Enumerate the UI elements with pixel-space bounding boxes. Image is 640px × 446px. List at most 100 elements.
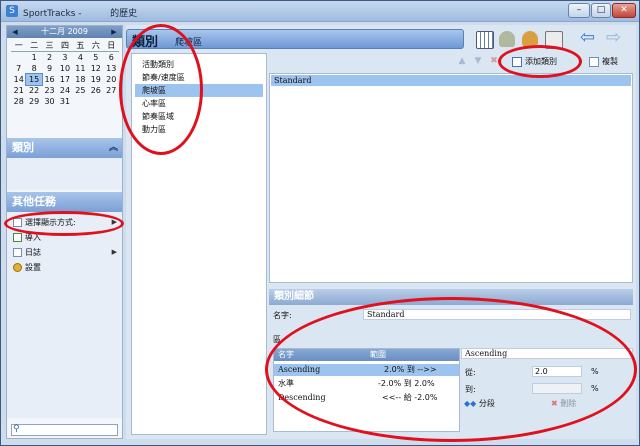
delete-x-icon[interactable]: ✖ bbox=[489, 56, 499, 66]
to-input[interactable] bbox=[532, 383, 582, 394]
categories-section-header[interactable]: 類別 ︽ bbox=[7, 138, 122, 158]
forward-arrow-icon[interactable]: ⇨ bbox=[606, 29, 622, 47]
category-item[interactable]: 節奏/速度區 bbox=[135, 71, 263, 84]
calendar-day[interactable]: 19 bbox=[88, 74, 103, 85]
calendar-day[interactable]: 10 bbox=[57, 63, 72, 74]
delete-zone-button[interactable]: ✖ 刪除 bbox=[551, 398, 576, 409]
calendar-day[interactable]: 6 bbox=[104, 52, 119, 64]
weekday-label: 五 bbox=[72, 40, 89, 52]
calendar-day[interactable]: 20 bbox=[104, 74, 119, 85]
journal-icon bbox=[13, 248, 22, 257]
calendar-day[interactable]: 16 bbox=[42, 74, 57, 85]
move-down-icon[interactable]: ▼ bbox=[473, 56, 483, 66]
column-header-range[interactable]: 範圍 bbox=[370, 349, 386, 361]
title-bar[interactable]: S SportTracks - 的歷史 – □ ✕ bbox=[1, 1, 639, 22]
name-field[interactable]: Standard bbox=[363, 309, 631, 320]
document-icon[interactable] bbox=[545, 31, 563, 49]
category-item[interactable]: 動力區 bbox=[135, 123, 263, 136]
split-button[interactable]: ◆◆ 分段 bbox=[464, 398, 495, 409]
category-item[interactable]: 活動類別 bbox=[135, 58, 263, 71]
category-item[interactable]: 節奏區域 bbox=[135, 110, 263, 123]
calendar-day[interactable]: 26 bbox=[88, 85, 103, 96]
breadcrumb-sub[interactable]: 爬坡區 bbox=[175, 35, 202, 48]
calendar-day[interactable]: 24 bbox=[57, 85, 72, 96]
zone-name-field[interactable]: Ascending bbox=[461, 348, 633, 359]
zone-row-selected[interactable]: Ascending 2.0% 到 -->> bbox=[274, 364, 459, 376]
search-input[interactable] bbox=[11, 424, 118, 436]
triangle-right-icon[interactable]: ▶ bbox=[108, 26, 120, 38]
delete-label: 刪除 bbox=[560, 399, 577, 408]
calendar-day[interactable]: 9 bbox=[42, 63, 57, 74]
calendar-day[interactable]: 22 bbox=[26, 85, 41, 96]
maximize-button[interactable]: □ bbox=[591, 3, 611, 18]
submenu-arrow-icon: ▶ bbox=[111, 248, 117, 256]
subcategory-item-selected[interactable]: Standard bbox=[271, 75, 631, 86]
calendar-day[interactable]: 23 bbox=[42, 85, 57, 96]
main-panel: 類別 爬坡區 ⇦ ⇨ 活動類別 節奏/速度區 爬坡區 心率區 節奏區域 動力區 … bbox=[126, 25, 636, 439]
search-icon[interactable]: ⚲ bbox=[13, 424, 20, 434]
calendar-day[interactable]: 4 bbox=[73, 52, 88, 64]
from-input[interactable]: 2.0 bbox=[532, 366, 582, 377]
breadcrumb-main[interactable]: 類別 bbox=[132, 31, 158, 50]
triangle-left-icon[interactable]: ◀ bbox=[9, 26, 21, 38]
calendar-day[interactable]: 31 bbox=[57, 96, 72, 107]
move-up-icon[interactable]: ▲ bbox=[457, 56, 467, 66]
category-item[interactable]: 心率區 bbox=[135, 97, 263, 110]
calendar-day[interactable]: 12 bbox=[88, 63, 103, 74]
column-header-name[interactable]: 名字 bbox=[278, 349, 294, 361]
calendar-view-icon[interactable] bbox=[476, 31, 494, 49]
calendar-day[interactable] bbox=[11, 52, 26, 64]
task-journal[interactable]: 日誌 ▶ bbox=[13, 246, 119, 259]
zone-name: 水準 bbox=[278, 379, 294, 388]
zone-row[interactable]: Descending <<-- 給 -2.0% bbox=[274, 392, 459, 404]
weekday-label: 二 bbox=[26, 40, 42, 52]
task-view-mode[interactable]: 選擇顯示方式: ▶ bbox=[13, 216, 119, 229]
calendar-day[interactable]: 21 bbox=[11, 85, 26, 96]
shoe-icon[interactable] bbox=[499, 31, 515, 47]
task-settings[interactable]: 設置 bbox=[13, 261, 119, 274]
delete-x-icon: ✖ bbox=[551, 399, 558, 408]
calendar-day[interactable]: 1 bbox=[26, 52, 41, 64]
calendar-day[interactable] bbox=[104, 96, 119, 107]
minimize-button[interactable]: – bbox=[568, 3, 590, 18]
tasks-section-header[interactable]: 其他任務 bbox=[7, 192, 122, 212]
task-import[interactable]: 導入 bbox=[13, 231, 119, 244]
calendar-day[interactable]: 14 bbox=[11, 74, 26, 85]
copy-icon bbox=[589, 56, 599, 67]
calendar-day[interactable]: 30 bbox=[42, 96, 57, 107]
zone-table: 名字 範圍 Ascending 2.0% 到 -->> 水準 -2.0% 到 2… bbox=[273, 348, 460, 432]
zone-row[interactable]: 水準 -2.0% 到 2.0% bbox=[274, 378, 459, 390]
calendar-day[interactable]: 17 bbox=[57, 74, 72, 85]
calendar-day[interactable] bbox=[73, 96, 88, 107]
to-unit: % bbox=[591, 384, 599, 393]
calendar-day[interactable]: 11 bbox=[73, 63, 88, 74]
calendar-day[interactable]: 8 bbox=[26, 63, 41, 74]
calendar-day[interactable]: 29 bbox=[26, 96, 41, 107]
calendar-day[interactable] bbox=[88, 96, 103, 107]
add-category-button[interactable]: 添加類別 bbox=[512, 54, 577, 70]
close-button[interactable]: ✕ bbox=[612, 3, 636, 18]
copy-button[interactable]: 複製 bbox=[589, 54, 633, 70]
calendar-day[interactable]: 25 bbox=[73, 85, 88, 96]
calendar-day-selected[interactable]: 15 bbox=[25, 73, 43, 86]
calendar-day[interactable]: 28 bbox=[11, 96, 26, 107]
calendar-day[interactable]: 27 bbox=[104, 85, 119, 96]
weekday-label: 四 bbox=[57, 40, 73, 52]
zone-name: Ascending bbox=[278, 365, 321, 374]
calendar-day[interactable]: 5 bbox=[88, 52, 103, 64]
back-arrow-icon[interactable]: ⇦ bbox=[580, 29, 596, 47]
app-logo-icon: S bbox=[6, 5, 18, 17]
person-icon[interactable] bbox=[522, 31, 538, 47]
zone-range: <<-- 給 -2.0% bbox=[382, 393, 438, 402]
calendar-day[interactable]: 3 bbox=[57, 52, 72, 64]
copy-label: 複製 bbox=[602, 57, 618, 66]
calendar-day[interactable]: 7 bbox=[11, 63, 26, 74]
subcategory-list: Standard bbox=[269, 73, 633, 283]
calendar-day[interactable]: 18 bbox=[73, 74, 88, 85]
add-category-label: 添加類別 bbox=[525, 57, 557, 66]
calendar-day[interactable]: 2 bbox=[42, 52, 57, 64]
categories-section-title: 類別 bbox=[12, 141, 34, 154]
category-item-selected[interactable]: 爬坡區 bbox=[135, 84, 263, 97]
chevron-up-icon[interactable]: ︽ bbox=[109, 138, 118, 158]
calendar-day[interactable]: 13 bbox=[104, 63, 119, 74]
